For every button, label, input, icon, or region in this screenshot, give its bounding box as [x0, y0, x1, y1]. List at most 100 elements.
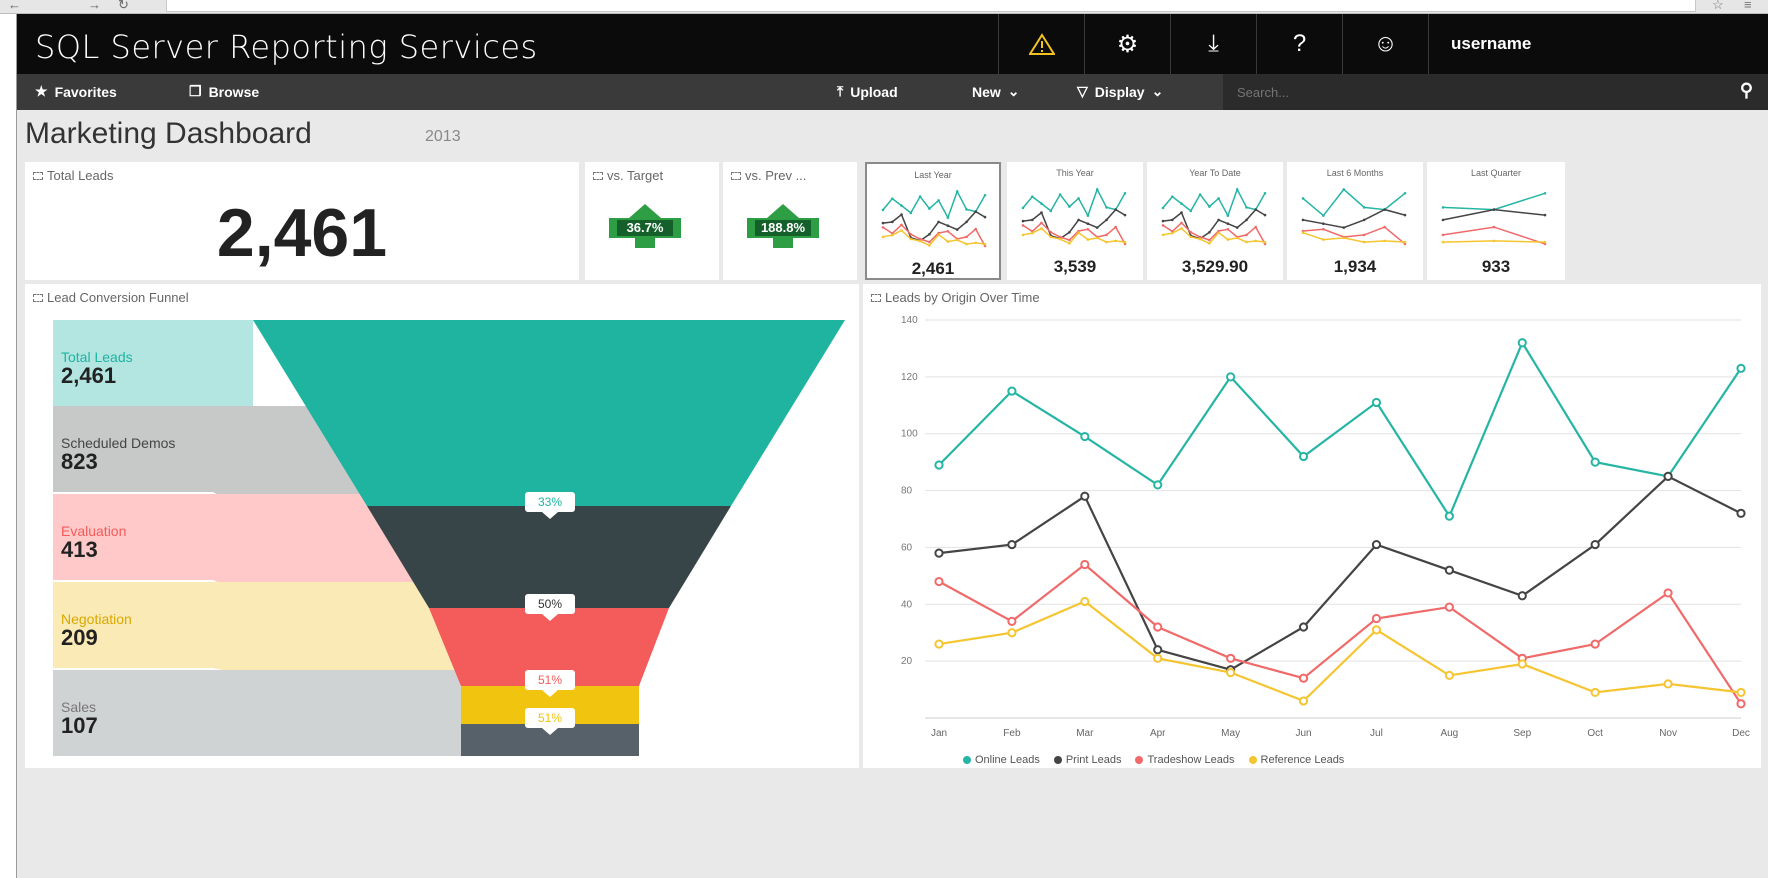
- data-point[interactable]: [1080, 431, 1090, 442]
- data-point[interactable]: [1736, 363, 1746, 373]
- expand-icon[interactable]: [593, 171, 603, 180]
- search-input[interactable]: [1237, 81, 1697, 103]
- legend-item[interactable]: Reference Leads: [1248, 754, 1344, 766]
- upload-button[interactable]: ⤒ Upload: [837, 83, 898, 100]
- data-point[interactable]: [1298, 673, 1309, 683]
- sparkline-point: [1208, 205, 1211, 208]
- data-point[interactable]: [1007, 628, 1017, 638]
- leads-by-origin-tile[interactable]: Leads by Origin Over Time 20 40 60 80 100 120…: [863, 284, 1761, 768]
- display-dropdown[interactable]: ▽ Display ⌄: [1077, 83, 1163, 100]
- data-point[interactable]: [934, 639, 944, 649]
- data-point[interactable]: [1663, 588, 1673, 598]
- data-point[interactable]: [1590, 539, 1600, 550]
- back-icon[interactable]: ←: [8, 0, 21, 12]
- data-point[interactable]: [1298, 696, 1309, 706]
- download-button[interactable]: ⤓: [1170, 14, 1256, 74]
- data-point[interactable]: [1517, 659, 1527, 669]
- sparkline-point: [1086, 238, 1090, 241]
- total-leads-tile[interactable]: Total Leads 2,461: [25, 162, 579, 280]
- data-point[interactable]: [1371, 625, 1382, 635]
- data-point[interactable]: [1371, 397, 1382, 408]
- data-point[interactable]: [1444, 670, 1454, 680]
- warning-button[interactable]: [998, 14, 1084, 74]
- data-point[interactable]: [1663, 679, 1673, 689]
- y-tick-label: 60: [901, 542, 913, 553]
- data-point[interactable]: [1080, 596, 1090, 607]
- sparkline-point: [1105, 240, 1108, 244]
- data-point[interactable]: [934, 576, 944, 587]
- sparkline-point: [1322, 238, 1325, 241]
- sparkline-tile[interactable]: Last Quarter 933: [1427, 162, 1565, 280]
- feedback-button[interactable]: ☺: [1342, 14, 1428, 74]
- sparkline-point: [1180, 202, 1183, 205]
- favorite-star-icon[interactable]: ☆: [1712, 0, 1724, 13]
- sparkline-tile[interactable]: Last Year 2,461: [865, 162, 1001, 280]
- sparkline-tile[interactable]: Year To Date 3,529.90: [1147, 162, 1283, 280]
- app-title: SQL Server Reporting Services: [35, 28, 538, 66]
- data-point[interactable]: [1153, 622, 1163, 632]
- data-point[interactable]: [1371, 613, 1382, 624]
- data-point[interactable]: [1444, 511, 1454, 521]
- forward-icon[interactable]: →: [88, 0, 101, 12]
- vs-prev-label: vs. Prev ...: [745, 168, 807, 183]
- data-point[interactable]: [1226, 653, 1236, 663]
- data-point[interactable]: [1736, 699, 1746, 709]
- address-bar[interactable]: [166, 0, 1696, 12]
- x-tick-label: Feb: [1003, 728, 1021, 739]
- legend-item[interactable]: Online Leads: [963, 754, 1040, 766]
- sparkline-point: [1189, 209, 1193, 213]
- data-point[interactable]: [1226, 372, 1236, 382]
- data-point[interactable]: [1590, 687, 1600, 698]
- sparkline-tile[interactable]: This Year 3,539: [1007, 162, 1143, 280]
- conversion-badge: 51%: [525, 670, 575, 697]
- data-point[interactable]: [1371, 539, 1382, 550]
- data-point[interactable]: [1153, 480, 1163, 490]
- sparkline-tile[interactable]: Last 6 Months 1,934: [1287, 162, 1423, 280]
- expand-icon[interactable]: [33, 171, 43, 180]
- data-point[interactable]: [1736, 508, 1746, 518]
- y-tick-label: 140: [901, 315, 918, 326]
- help-button[interactable]: ?: [1256, 14, 1342, 74]
- refresh-icon[interactable]: ↻: [118, 0, 129, 13]
- data-point[interactable]: [1444, 565, 1454, 575]
- legend-item[interactable]: Print Leads: [1053, 754, 1121, 766]
- vs-prev-tile[interactable]: vs. Prev ... 188.8%: [723, 162, 857, 280]
- toolbar: ★ Favorites ❐ Browse ⤒ Upload New ⌄ ▽ Di…: [17, 74, 1768, 110]
- data-point[interactable]: [1298, 622, 1309, 632]
- folder-icon: ❐: [189, 83, 202, 99]
- menu-icon[interactable]: ≡: [1744, 0, 1752, 12]
- data-point[interactable]: [1444, 602, 1454, 612]
- data-point[interactable]: [1517, 338, 1527, 348]
- data-point[interactable]: [1007, 386, 1017, 396]
- data-point[interactable]: [1080, 559, 1090, 570]
- data-point[interactable]: [1153, 645, 1163, 655]
- data-point[interactable]: [1517, 591, 1527, 601]
- data-point[interactable]: [1153, 653, 1163, 663]
- new-dropdown[interactable]: New ⌄: [972, 83, 1020, 100]
- data-point[interactable]: [1080, 491, 1090, 501]
- browse-link[interactable]: ❐ Browse: [189, 83, 259, 100]
- sparkline-point: [1114, 208, 1117, 211]
- data-point[interactable]: [934, 460, 944, 470]
- search-icon[interactable]: ⚲: [1740, 80, 1753, 101]
- data-point[interactable]: [1007, 616, 1017, 626]
- data-point[interactable]: [1298, 451, 1309, 462]
- settings-button[interactable]: ⚙: [1084, 14, 1170, 74]
- sparkline-point: [1077, 197, 1080, 200]
- data-point[interactable]: [1736, 687, 1746, 698]
- vs-target-tile[interactable]: vs. Target 36.7%: [585, 162, 719, 280]
- data-point[interactable]: [1007, 539, 1017, 550]
- data-point[interactable]: [1590, 457, 1600, 467]
- sparkline-chart: [881, 189, 987, 248]
- data-point[interactable]: [1226, 667, 1236, 678]
- expand-icon[interactable]: [731, 171, 741, 180]
- data-point[interactable]: [1590, 639, 1600, 649]
- favorites-link[interactable]: ★ Favorites: [35, 83, 117, 100]
- legend-label: Tradeshow Leads: [1147, 754, 1235, 766]
- data-point[interactable]: [1663, 471, 1673, 481]
- user-menu[interactable]: username: [1428, 14, 1768, 74]
- funnel-tile[interactable]: Lead Conversion Funnel Total Leads 2,461 S…: [25, 284, 859, 768]
- data-point[interactable]: [934, 548, 944, 558]
- sparkline-point: [1235, 226, 1239, 229]
- legend-item[interactable]: Tradeshow Leads: [1135, 754, 1235, 766]
